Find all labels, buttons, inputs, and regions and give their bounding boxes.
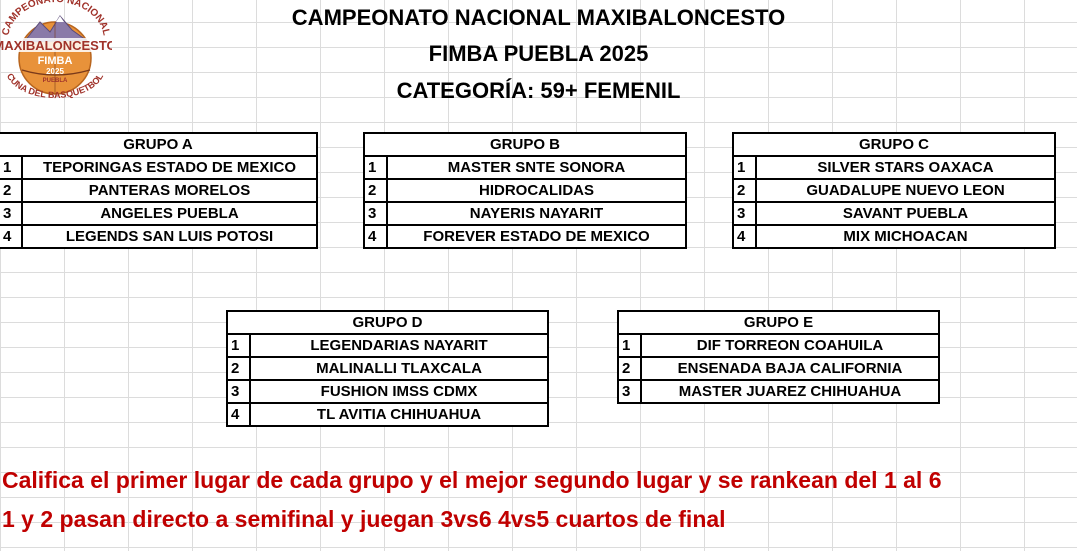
team-name: TEPORINGAS ESTADO DE MEXICO <box>21 155 318 180</box>
team-name: MALINALLI TLAXCALA <box>249 356 549 381</box>
team-name: TL AVITIA CHIHUAHUA <box>249 402 549 427</box>
rank-number: 1 <box>363 155 388 180</box>
rank-number: 2 <box>732 178 757 203</box>
table-row: 1 LEGENDARIAS NAYARIT <box>226 333 549 358</box>
table-row: 3 SAVANT PUEBLA <box>732 201 1056 226</box>
group-c-table: GRUPO C 1 SILVER STARS OAXACA 2 GUADALUPE … <box>732 132 1056 249</box>
header-line-1: CAMPEONATO NACIONAL MAXIBALONCESTO <box>291 5 786 30</box>
rank-number: 2 <box>226 356 251 381</box>
group-e-table: GRUPO E 1 DIF TORREON COAHUILA 2 ENSENADA … <box>617 310 940 404</box>
rank-number: 4 <box>0 224 23 249</box>
rank-number: 1 <box>617 333 642 358</box>
team-name: PANTERAS MORELOS <box>21 178 318 203</box>
group-d-title: GRUPO D <box>226 310 549 335</box>
table-row: 4 TL AVITIA CHIHUAHUA <box>226 402 549 427</box>
rank-number: 2 <box>0 178 23 203</box>
rank-number: 1 <box>226 333 251 358</box>
rank-number: 3 <box>732 201 757 226</box>
group-a-table: GRUPO A 1 TEPORINGAS ESTADO DE MEXICO 2 PA… <box>0 132 318 249</box>
table-row: 4 FOREVER ESTADO DE MEXICO <box>363 224 687 249</box>
team-name: ENSENADA BAJA CALIFORNIA <box>640 356 940 381</box>
team-name: SAVANT PUEBLA <box>755 201 1056 226</box>
team-name: NAYERIS NAYARIT <box>386 201 687 226</box>
table-row: 3 FUSHION IMSS CDMX <box>226 379 549 404</box>
rank-number: 3 <box>617 379 642 404</box>
team-name: MASTER JUAREZ CHIHUAHUA <box>640 379 940 404</box>
rank-number: 4 <box>226 402 251 427</box>
table-row: 3 ANGELES PUEBLA <box>0 201 318 226</box>
team-name: MIX MICHOACAN <box>755 224 1056 249</box>
table-row: 2 ENSENADA BAJA CALIFORNIA <box>617 356 940 381</box>
group-d-table: GRUPO D 1 LEGENDARIAS NAYARIT 2 MALINALLI … <box>226 310 549 427</box>
table-row: 3 NAYERIS NAYARIT <box>363 201 687 226</box>
rank-number: 2 <box>617 356 642 381</box>
table-row: 1 TEPORINGAS ESTADO DE MEXICO <box>0 155 318 180</box>
rank-number: 4 <box>363 224 388 249</box>
group-c-title: GRUPO C <box>732 132 1056 157</box>
team-name: ANGELES PUEBLA <box>21 201 318 226</box>
table-row: 1 MASTER SNTE SONORA <box>363 155 687 180</box>
team-name: LEGENDARIAS NAYARIT <box>249 333 549 358</box>
team-name: HIDROCALIDAS <box>386 178 687 203</box>
team-name: MASTER SNTE SONORA <box>386 155 687 180</box>
team-name: FUSHION IMSS CDMX <box>249 379 549 404</box>
table-row: 2 HIDROCALIDAS <box>363 178 687 203</box>
table-row: 2 MALINALLI TLAXCALA <box>226 356 549 381</box>
group-a-title: GRUPO A <box>0 132 318 157</box>
team-name: SILVER STARS OAXACA <box>755 155 1056 180</box>
rank-number: 3 <box>0 201 23 226</box>
playoff-note: 1 y 2 pasan directo a semifinal y juegan… <box>2 506 726 532</box>
group-e-title: GRUPO E <box>617 310 940 335</box>
team-name: FOREVER ESTADO DE MEXICO <box>386 224 687 249</box>
rank-number: 4 <box>732 224 757 249</box>
table-row: 3 MASTER JUAREZ CHIHUAHUA <box>617 379 940 404</box>
table-row: 1 DIF TORREON COAHUILA <box>617 333 940 358</box>
rank-number: 3 <box>226 379 251 404</box>
team-name: GUADALUPE NUEVO LEON <box>755 178 1056 203</box>
group-b-table: GRUPO B 1 MASTER SNTE SONORA 2 HIDROCALIDA… <box>363 132 687 249</box>
table-row: 1 SILVER STARS OAXACA <box>732 155 1056 180</box>
rank-number: 2 <box>363 178 388 203</box>
header-line-3: CATEGORÍA: 59+ FEMENIL <box>396 78 681 103</box>
header-line-2: FIMBA PUEBLA 2025 <box>428 41 649 66</box>
table-row: 2 PANTERAS MORELOS <box>0 178 318 203</box>
table-row: 4 LEGENDS SAN LUIS POTOSI <box>0 224 318 249</box>
table-row: 4 MIX MICHOACAN <box>732 224 1056 249</box>
rank-number: 1 <box>0 155 23 180</box>
team-name: LEGENDS SAN LUIS POTOSI <box>21 224 318 249</box>
logo-year-text: 2025 <box>46 67 64 76</box>
table-row: 2 GUADALUPE NUEVO LEON <box>732 178 1056 203</box>
qualification-note: Califica el primer lugar de cada grupo y… <box>2 467 942 493</box>
team-name: DIF TORREON COAHUILA <box>640 333 940 358</box>
group-b-title: GRUPO B <box>363 132 687 157</box>
rank-number: 1 <box>732 155 757 180</box>
rank-number: 3 <box>363 201 388 226</box>
